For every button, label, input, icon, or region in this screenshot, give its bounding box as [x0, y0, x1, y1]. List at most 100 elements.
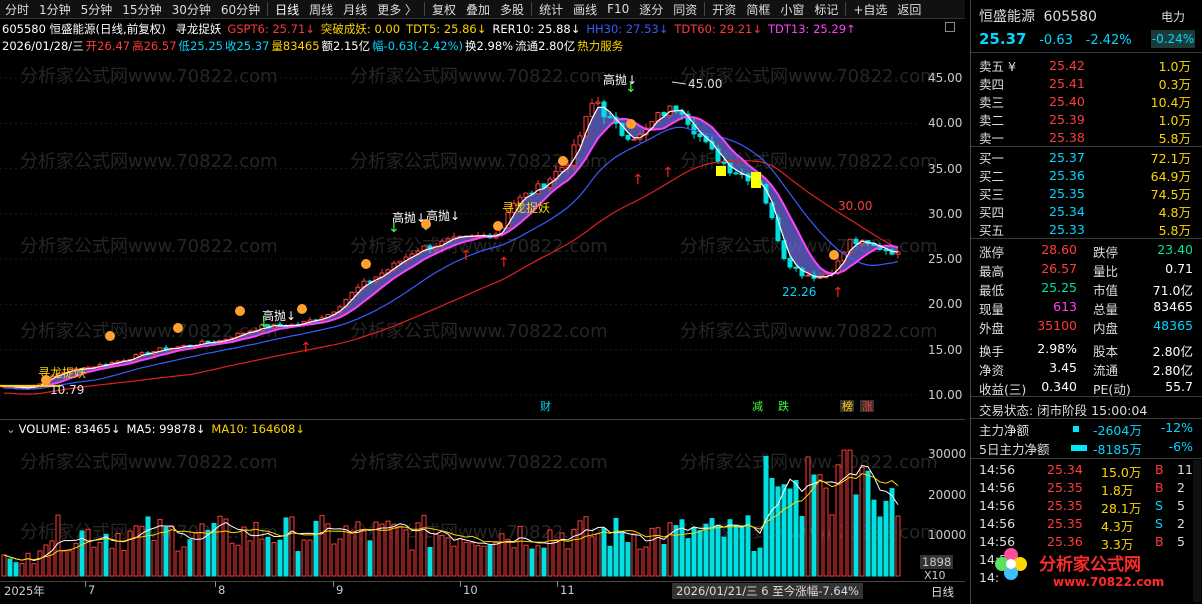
stat-key: 跌停 [1093, 245, 1119, 260]
divider [971, 396, 1202, 397]
event-tag[interactable]: 财 [540, 399, 551, 412]
volume-bar [427, 546, 433, 577]
price-row: 25.37 -0.63 -2.42% [979, 30, 1132, 48]
volume-bar [865, 470, 871, 577]
volume-bar [631, 533, 637, 577]
ma10-value: MA10: 164608↓ [211, 422, 305, 436]
stat-value: 55.7 [1165, 379, 1193, 394]
x-axis-tick [215, 581, 216, 587]
toolbar-item[interactable]: 标记 [809, 1, 843, 18]
volume-chart[interactable]: 分析家公式网www.70822.com 分析家公式网www.70822.com分析… [0, 438, 965, 578]
volume-bar [1, 554, 7, 577]
stat-row: 外盘 35100 内盘 48365 [971, 318, 1197, 337]
toolbar-item[interactable]: 月线 [338, 1, 372, 18]
concept-label: 热力服务 [577, 39, 624, 53]
indicator-value: 突破成妖: 0.00 [320, 22, 401, 36]
toolbar-item[interactable]: 分时 [0, 1, 34, 18]
flow-pct: -6% [1168, 439, 1193, 454]
toolbar-separator [531, 2, 533, 16]
candle [535, 180, 541, 195]
volume-bar [781, 484, 787, 577]
sector-name[interactable]: 电力 [1161, 8, 1185, 25]
volume-dropdown-icon[interactable]: ⌄ [6, 422, 16, 436]
divider [971, 238, 1202, 239]
toolbar-item[interactable]: 复权 [427, 1, 461, 18]
volume-bar [109, 547, 115, 577]
volume-axis: 30000 20000 10000 1898 X10 [920, 438, 966, 583]
volume-bar [169, 525, 175, 577]
tick-side: B [1155, 534, 1164, 549]
event-tag[interactable]: 跌 [778, 399, 789, 412]
price-chart[interactable]: 分析家公式网www.70822.com 分析家公式网www.70822.com 分析… [0, 52, 965, 412]
stat-value: 0.340 [1041, 379, 1077, 394]
stat-key: 市值 [1093, 283, 1119, 298]
flow-key: 5日主力净额 [979, 442, 1050, 457]
toolbar-item[interactable]: 60分钟 [216, 1, 265, 18]
volume-bar [235, 544, 241, 577]
volume-bar [565, 548, 571, 577]
volume-bar [481, 545, 487, 577]
volume-bar [499, 533, 505, 577]
stat-value: 3.45 [1049, 360, 1077, 375]
ask-row: 卖二 25.39 1.0万 [971, 110, 1197, 128]
toolbar-item[interactable]: 30分钟 [167, 1, 216, 18]
candle [631, 138, 637, 142]
toolbar-item[interactable]: 叠加 [461, 1, 495, 18]
tick-scrollbar[interactable] [1193, 460, 1201, 602]
stat-value: 23.40 [1157, 242, 1193, 257]
volume-bar [97, 541, 103, 577]
event-tag[interactable]: 减 [752, 400, 763, 412]
toolbar-item[interactable]: 15分钟 [117, 1, 166, 18]
volume-bar [247, 540, 253, 577]
toolbar-item[interactable]: 统计 [534, 1, 568, 18]
toolbar-item[interactable]: 同资 [668, 1, 702, 18]
volume-bar [715, 524, 721, 577]
tick-volume: 1.8万 [1101, 483, 1134, 498]
toolbar-item[interactable]: F10 [602, 2, 634, 16]
settings-square-icon[interactable] [945, 22, 955, 32]
x-axis-label: 7 [88, 583, 96, 597]
toolbar-item[interactable]: 简框 [741, 1, 775, 18]
volume-bar [871, 499, 877, 577]
toolbar-item[interactable]: 开资 [707, 1, 741, 18]
candle [595, 97, 601, 107]
quote-panel: 恒盛能源 605580 电力 25.37 -0.63 -2.42% -0.24%… [970, 0, 1202, 604]
watermark-text: 分析家公式网www.70822.com [350, 66, 608, 87]
toolbar-item[interactable]: 画线 [568, 1, 602, 18]
toolbar-item[interactable]: 周线 [304, 1, 338, 18]
ask-price: 25.41 [1049, 75, 1085, 91]
stat-value: 2.98% [1037, 341, 1077, 356]
toolbar-item[interactable]: 返回 [892, 1, 926, 18]
watermark-text: 分析家公式网www.70822.com [20, 236, 278, 257]
sector-change: -0.24% [1151, 30, 1195, 48]
volume-bar [535, 545, 541, 577]
divider [971, 52, 1202, 53]
toolbar-item[interactable]: 1分钟 [34, 1, 76, 18]
volume-bar [361, 530, 367, 577]
price-axis-label: 20.00 [928, 297, 963, 312]
volume-label: 量83465 [271, 39, 320, 53]
stat-row: 最高 26.57 量比 0.71 [971, 261, 1197, 280]
bid-price: 25.36 [1049, 167, 1085, 183]
toolbar-item[interactable]: +自选 [848, 1, 892, 18]
toolbar-item[interactable]: 更多 〉 [372, 1, 422, 18]
bid-volume: 64.9万 [1150, 168, 1191, 184]
toolbar-item[interactable]: 多股 [495, 1, 529, 18]
event-tag[interactable]: 涨 [860, 400, 874, 412]
volume-bar [733, 524, 739, 577]
tick-count: 2 [1177, 516, 1185, 531]
start-price-label: 10.79 [50, 383, 84, 397]
volume-bar [847, 449, 853, 577]
flow-value: -2604万 [1093, 423, 1142, 438]
tick-time: 14:56 [979, 498, 1016, 513]
svg-text:财: 财 [540, 399, 551, 412]
event-tag[interactable]: 榜 [840, 399, 854, 412]
toolbar-item[interactable]: 逐分 [634, 1, 668, 18]
stat-row: 净资 3.45 流通 2.80亿 [971, 360, 1197, 379]
volume-bar [265, 536, 271, 577]
toolbar-item[interactable]: 5分钟 [76, 1, 118, 18]
toolbar-item[interactable]: 小窗 [775, 1, 809, 18]
toolbar-item[interactable]: 日线 [270, 1, 304, 18]
stat-key: 总量 [1093, 302, 1119, 317]
price-axis-label: 35.00 [928, 161, 963, 176]
